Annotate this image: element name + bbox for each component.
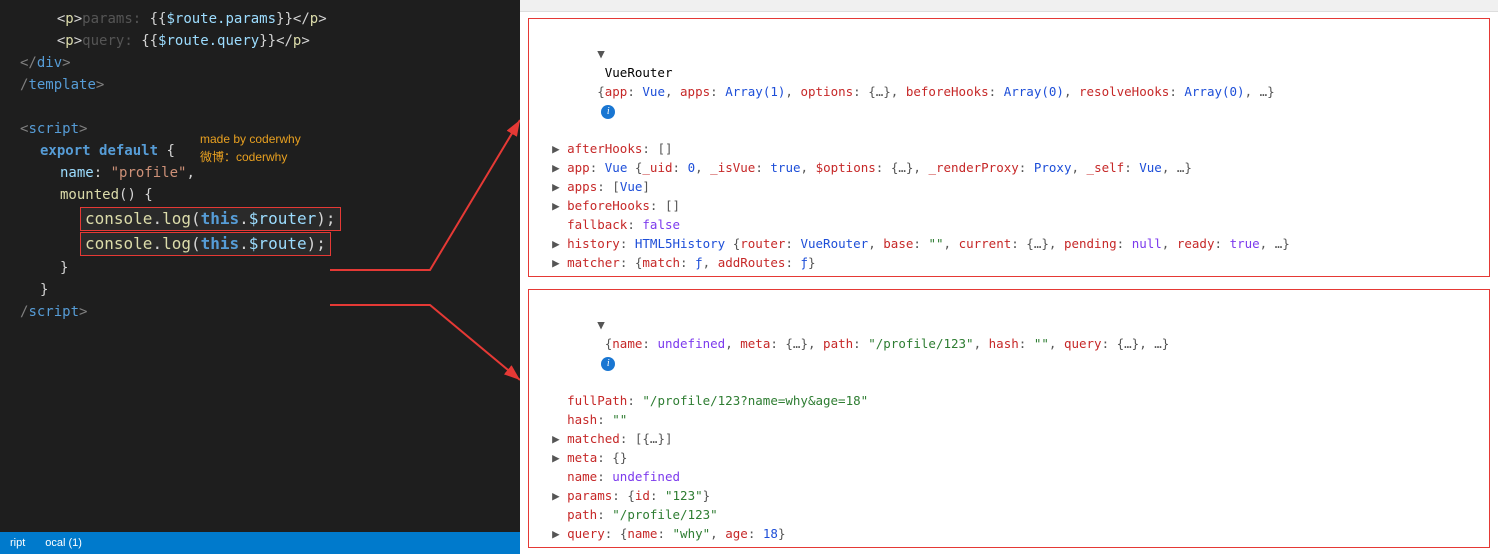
code-line: [20, 96, 520, 118]
code-line: <p>query: {{$route.query}}</p>: [20, 30, 520, 52]
route-line: fullPath: "/profile/123?name=why&age=18": [537, 391, 1481, 410]
router-line: ▶ matcher: {match: ƒ, addRoutes: ƒ}: [537, 253, 1481, 272]
vue-route-output: ▼ {name: undefined, meta: {…}, path: "/p…: [528, 289, 1490, 548]
code-line: mounted() {: [20, 184, 520, 206]
router-line: fallback: false: [537, 215, 1481, 234]
console-output: ▼ VueRouter {app: Vue, apps: Array(1), o…: [520, 12, 1498, 554]
status-bar-text2: ocal (1): [45, 537, 82, 549]
vue-router-output: ▼ VueRouter {app: Vue, apps: Array(1), o…: [528, 18, 1490, 277]
route-line: name: undefined: [537, 467, 1481, 486]
code-line: </div>: [20, 52, 520, 74]
route-summary: ▼ {name: undefined, meta: {…}, path: "/p…: [537, 296, 1481, 391]
console-log-route: console.log(this.$route);: [20, 232, 520, 256]
scrollbar[interactable]: [520, 0, 1498, 12]
route-line: ▶ meta: {}: [537, 448, 1481, 467]
code-line: /script>: [20, 301, 520, 323]
router-line: ▶ app: Vue {_uid: 0, _isVue: true, $opti…: [537, 158, 1481, 177]
route-line: ▶ params: {id: "123"}: [537, 486, 1481, 505]
code-line: }: [20, 279, 520, 301]
watermark-line2: 微博：coderwhy: [200, 148, 301, 166]
route-line: ▶ matched: [{…}]: [537, 429, 1481, 448]
route-line: ▶ __proto__: Object: [537, 543, 1481, 548]
info-icon[interactable]: i: [601, 105, 615, 119]
status-bar-text: ript: [10, 537, 25, 549]
router-summary: ▼ VueRouter {app: Vue, apps: Array(1), o…: [537, 25, 1481, 139]
router-line: mode: "history": [537, 272, 1481, 277]
code-line: <p>params: {{$route.params}}</p>: [20, 8, 520, 30]
console-panel: ▼ VueRouter {app: Vue, apps: Array(1), o…: [520, 0, 1498, 554]
info-icon-2[interactable]: i: [601, 357, 615, 371]
code-editor: <p>params: {{$route.params}}</p> <p>quer…: [0, 0, 520, 554]
router-line: ▶ apps: [Vue]: [537, 177, 1481, 196]
route-line: path: "/profile/123": [537, 505, 1481, 524]
route-line: ▶ query: {name: "why", age: 18}: [537, 524, 1481, 543]
console-log-router: console.log(this.$router);: [20, 207, 520, 231]
router-line: ▶ beforeHooks: []: [537, 196, 1481, 215]
code-line: }: [20, 257, 520, 279]
router-line: ▶ afterHooks: []: [537, 139, 1481, 158]
watermark-line1: made by coderwhy: [200, 130, 301, 148]
code-line: /template>: [20, 74, 520, 96]
watermark: made by coderwhy 微博：coderwhy: [200, 130, 301, 166]
route-line: hash: "": [537, 410, 1481, 429]
router-line: ▶ history: HTML5History {router: VueRout…: [537, 234, 1481, 253]
